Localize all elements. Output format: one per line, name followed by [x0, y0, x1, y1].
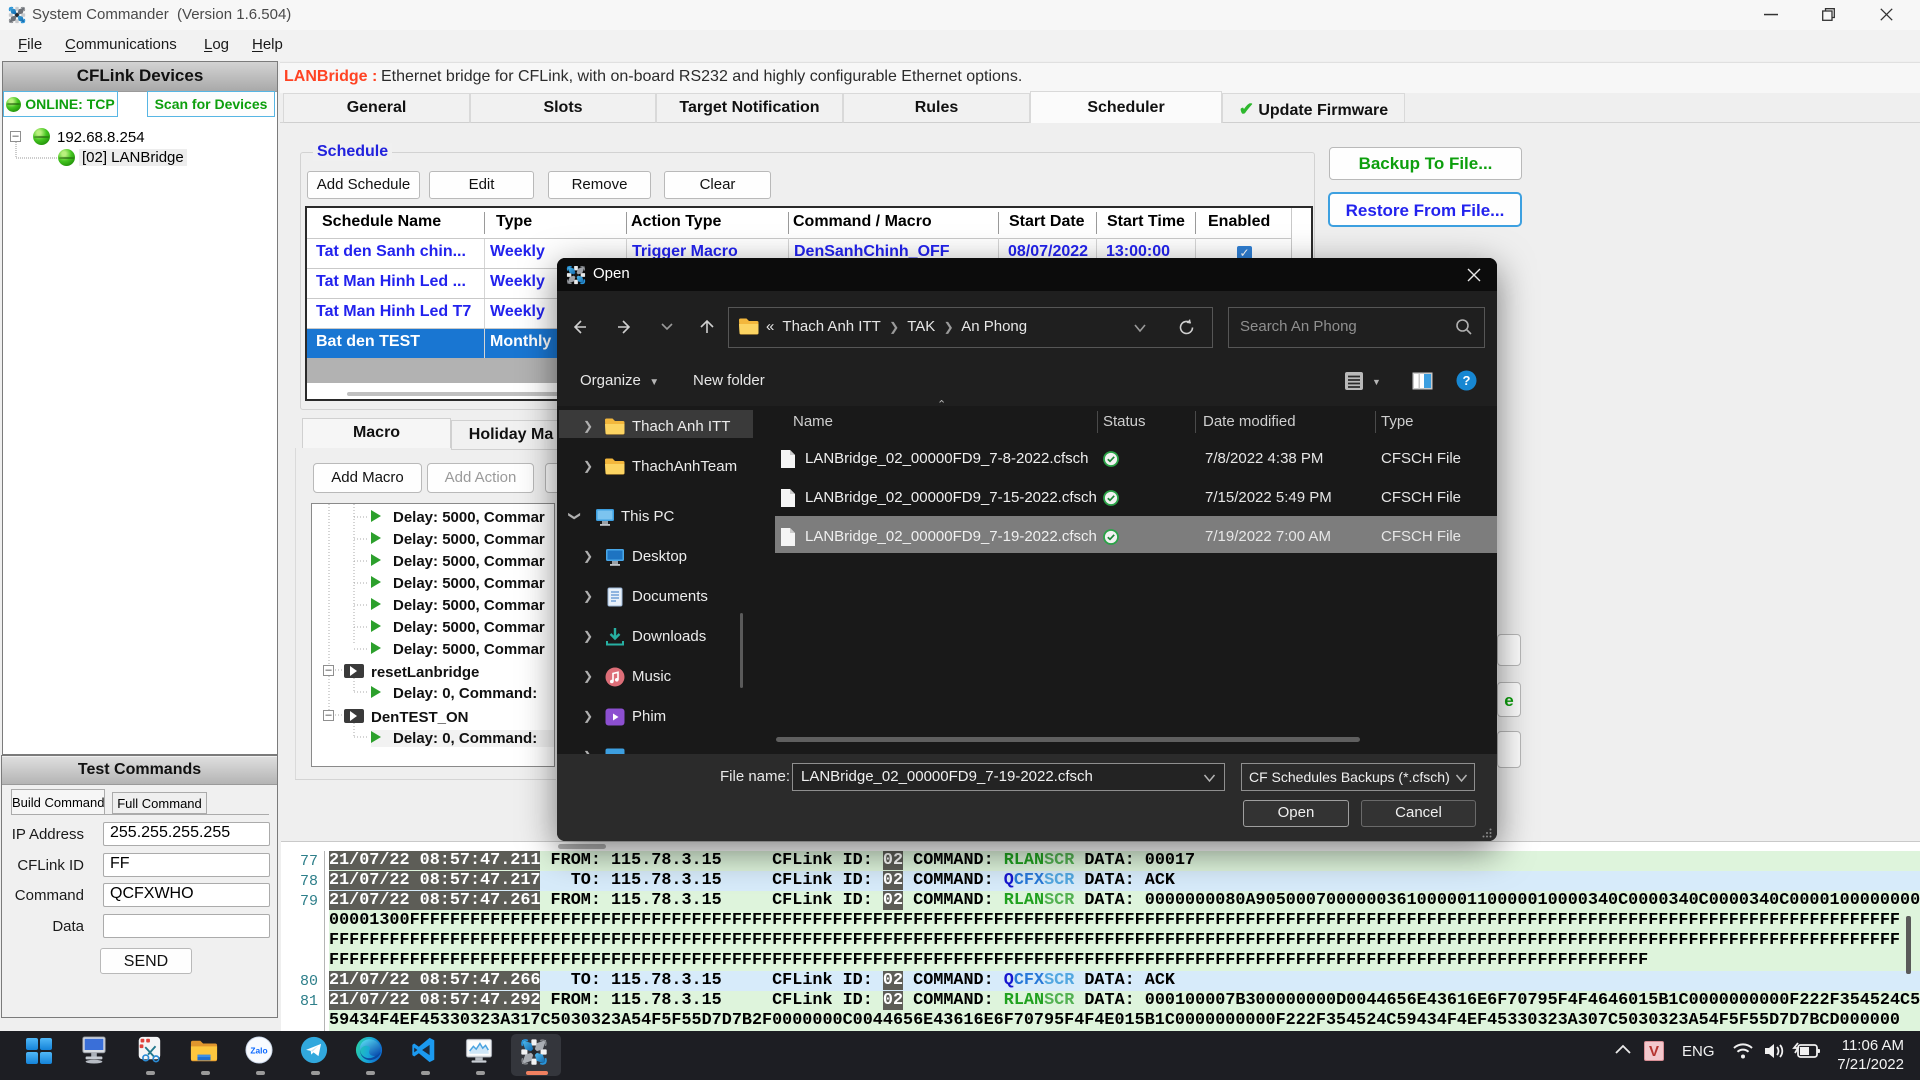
- svg-text:?: ?: [1463, 373, 1471, 388]
- svg-text:Zalo: Zalo: [250, 1046, 267, 1056]
